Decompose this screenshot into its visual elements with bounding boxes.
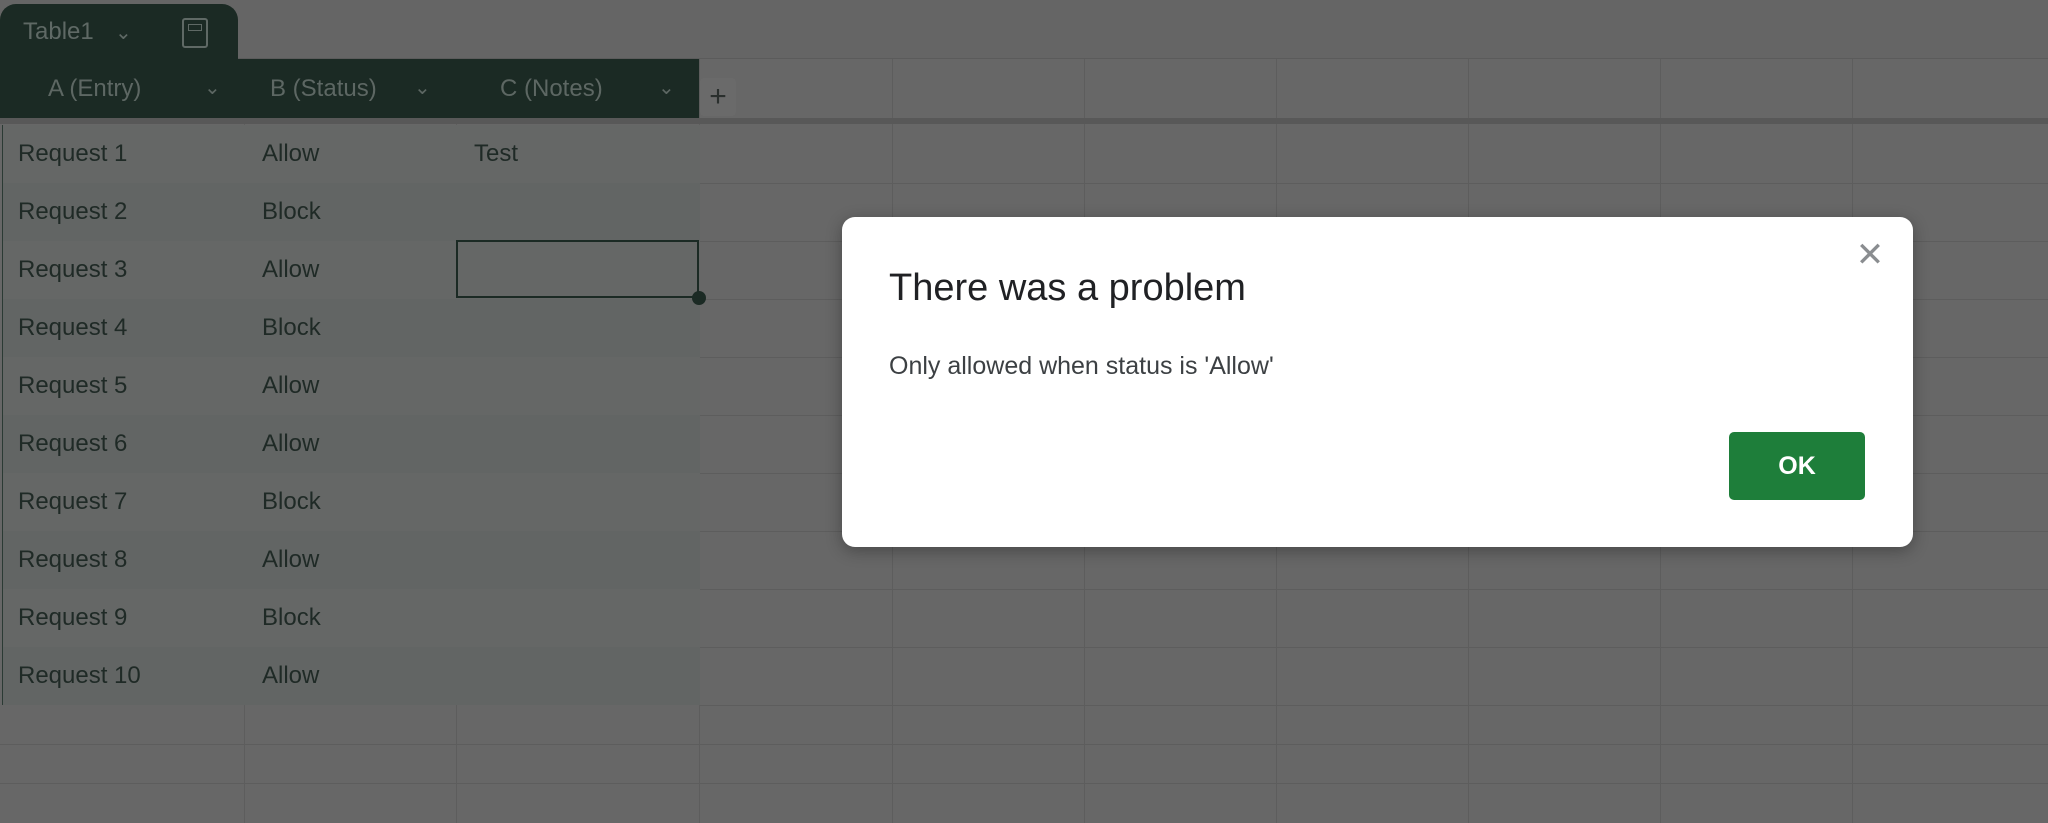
sheet-top-bar <box>0 0 2048 59</box>
table-row: Request 5 Allow <box>3 357 700 415</box>
table-cell-entry[interactable]: Request 6 <box>18 415 127 473</box>
table-cell-entry[interactable]: Request 2 <box>18 183 127 241</box>
table-cell-entry[interactable]: Request 9 <box>18 589 127 647</box>
column-header-b[interactable]: B (Status) <box>270 59 377 118</box>
table-cell-entry[interactable]: Request 1 <box>18 125 127 183</box>
error-dialog: There was a problem Only allowed when st… <box>842 217 1913 547</box>
fill-handle[interactable] <box>692 291 706 305</box>
add-column-button[interactable]: + <box>700 78 736 116</box>
table-body: Request 1 Allow Test Request 2 Block Request … <box>2 125 700 705</box>
column-header-a[interactable]: A (Entry) <box>48 59 141 118</box>
chevron-down-icon[interactable]: ⌄ <box>414 59 431 118</box>
table-cell-status[interactable]: Allow <box>262 125 319 183</box>
table-cell-status[interactable]: Block <box>262 473 321 531</box>
table-cell-status[interactable]: Allow <box>262 647 319 705</box>
table-row: Request 10 Allow <box>3 647 700 705</box>
close-icon[interactable]: ✕ <box>1854 238 1886 272</box>
table-cell-status[interactable]: Allow <box>262 531 319 589</box>
grid-row-line <box>0 783 2048 784</box>
chevron-down-icon[interactable]: ⌄ <box>115 20 132 45</box>
column-header-c[interactable]: C (Notes) <box>500 59 603 118</box>
table-row: Request 6 Allow <box>3 415 700 473</box>
grid-row-line <box>699 647 2048 648</box>
table-row: Request 9 Block <box>3 589 700 647</box>
table-cell-entry[interactable]: Request 3 <box>18 241 127 299</box>
dialog-message: Only allowed when status is 'Allow' <box>889 352 1274 380</box>
calculator-icon[interactable] <box>182 18 208 48</box>
table-cell-status[interactable]: Allow <box>262 415 319 473</box>
chevron-down-icon[interactable]: ⌄ <box>658 59 675 118</box>
table-cell-entry[interactable]: Request 10 <box>18 647 141 705</box>
table-row: Request 4 Block <box>3 299 700 357</box>
table-cell-entry[interactable]: Request 7 <box>18 473 127 531</box>
grid-row-line <box>699 589 2048 590</box>
table-cell-entry[interactable]: Request 8 <box>18 531 127 589</box>
grid-row-line <box>699 705 2048 706</box>
table-cell-status[interactable]: Block <box>262 183 321 241</box>
chevron-down-icon[interactable]: ⌄ <box>204 59 221 118</box>
grid-row-line <box>0 744 2048 745</box>
table-name-tab[interactable]: Table1 ⌄ <box>0 4 238 64</box>
table-name[interactable]: Table1 <box>23 18 94 46</box>
table-row: Request 1 Allow Test <box>3 125 700 183</box>
table-cell-status[interactable]: Block <box>262 299 321 357</box>
table-cell-entry[interactable]: Request 5 <box>18 357 127 415</box>
table-cell-entry[interactable]: Request 4 <box>18 299 127 357</box>
ok-button[interactable]: OK <box>1729 432 1865 500</box>
selected-cell[interactable] <box>456 240 699 298</box>
header-divider <box>0 118 2048 124</box>
table-row: Request 8 Allow <box>3 531 700 589</box>
grid-row-line <box>699 183 2048 184</box>
table-header-row: A (Entry) ⌄ B (Status) ⌄ C (Notes) ⌄ <box>0 59 699 118</box>
table-row: Request 7 Block <box>3 473 700 531</box>
table-cell-status[interactable]: Allow <box>262 357 319 415</box>
table-cell-status[interactable]: Block <box>262 589 321 647</box>
table-row: Request 2 Block <box>3 183 700 241</box>
table-cell-status[interactable]: Allow <box>262 241 319 299</box>
table-cell-notes[interactable]: Test <box>474 125 518 183</box>
dialog-title: There was a problem <box>889 267 1246 309</box>
